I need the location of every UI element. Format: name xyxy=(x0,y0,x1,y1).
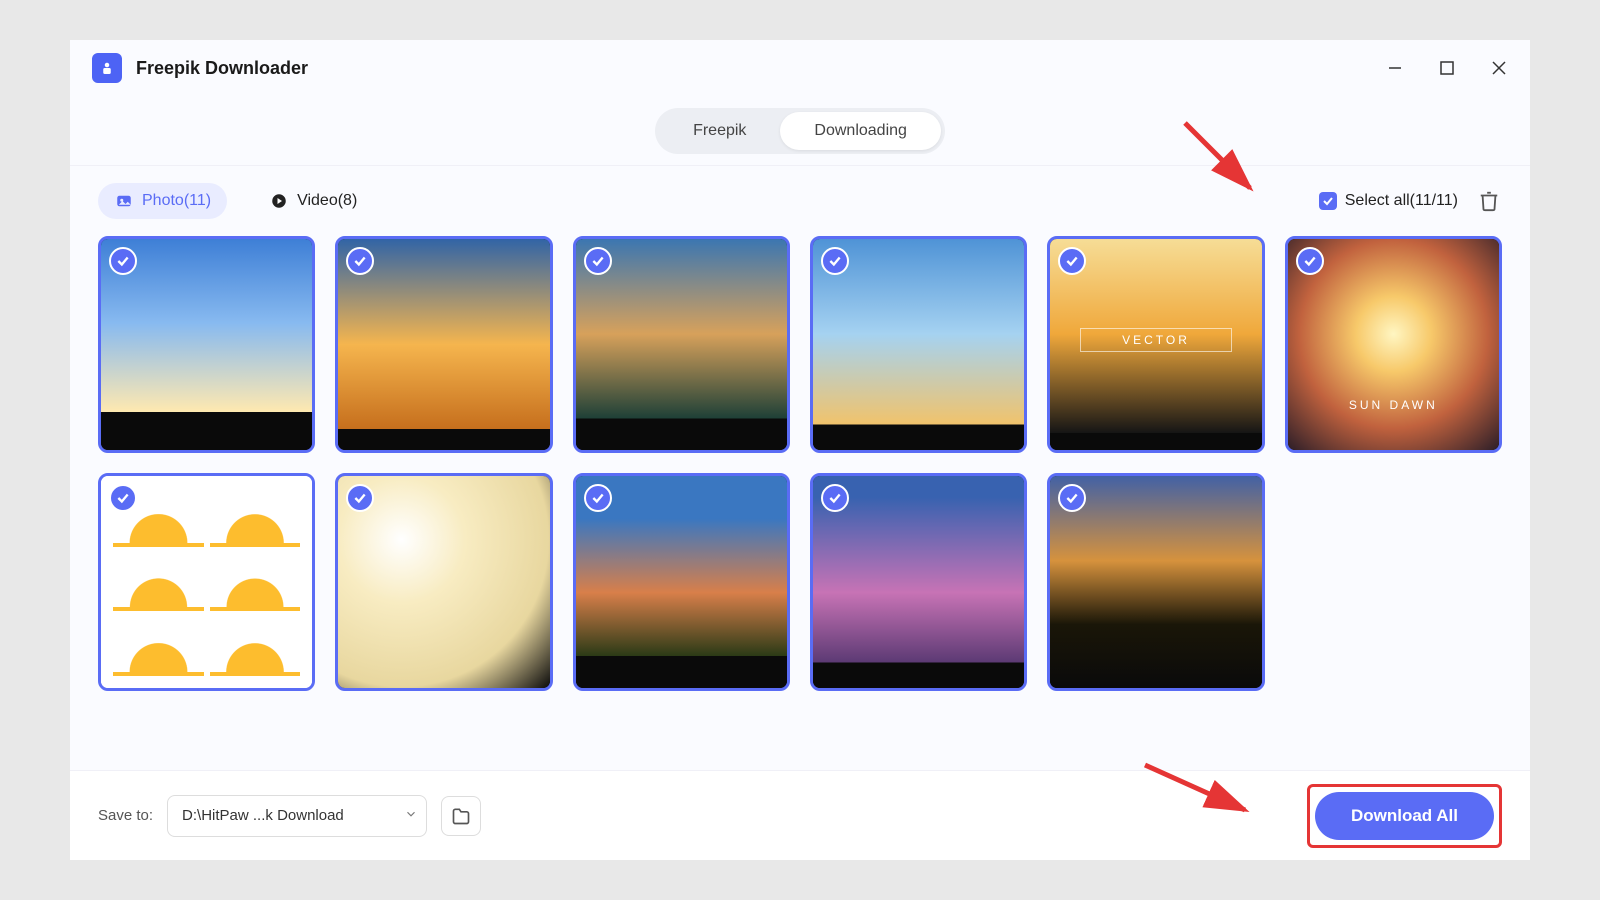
checkbox-icon xyxy=(1319,192,1337,210)
main-tab-switch: Freepik Downloading xyxy=(655,108,945,154)
trash-button[interactable] xyxy=(1476,188,1502,214)
thumbnail-item[interactable] xyxy=(573,236,790,453)
open-folder-button[interactable] xyxy=(441,796,481,836)
check-icon xyxy=(821,247,849,275)
footer: Save to: D:\HitPaw ...k Download Downloa… xyxy=(70,770,1530,860)
thumbnail-item[interactable] xyxy=(1047,473,1264,690)
photo-icon xyxy=(114,191,134,211)
maximize-button[interactable] xyxy=(1438,59,1456,77)
check-icon xyxy=(584,484,612,512)
filter-bar: Photo(11) Video(8) Select all(11/11) xyxy=(70,166,1530,236)
app-logo-icon xyxy=(92,53,122,83)
tab-freepik[interactable]: Freepik xyxy=(659,112,780,150)
thumbnail-item[interactable] xyxy=(98,236,315,453)
app-title: Freepik Downloader xyxy=(136,58,308,79)
thumbnail-item[interactable] xyxy=(810,473,1027,690)
video-icon xyxy=(269,191,289,211)
titlebar: Freepik Downloader xyxy=(70,40,1530,96)
chevron-down-icon xyxy=(404,807,418,825)
top-nav: Freepik Downloading xyxy=(70,96,1530,166)
thumbnail-item[interactable] xyxy=(1047,236,1264,453)
close-button[interactable] xyxy=(1490,59,1508,77)
check-icon xyxy=(109,247,137,275)
thumbnail-item[interactable] xyxy=(335,236,552,453)
thumbnail-grid xyxy=(98,236,1502,691)
filter-photo-chip[interactable]: Photo(11) xyxy=(98,183,227,219)
thumbnail-item[interactable] xyxy=(98,473,315,690)
thumbnail-item[interactable] xyxy=(810,236,1027,453)
filter-video-chip[interactable]: Video(8) xyxy=(253,183,373,219)
download-all-button[interactable]: Download All xyxy=(1315,792,1494,840)
filter-photo-label: Photo(11) xyxy=(142,192,211,210)
check-icon xyxy=(1296,247,1324,275)
minimize-button[interactable] xyxy=(1386,59,1404,77)
thumbnail-item[interactable] xyxy=(1285,236,1502,453)
tab-downloading[interactable]: Downloading xyxy=(780,112,941,150)
annotation-highlight: Download All xyxy=(1307,784,1502,848)
select-all-label: Select all(11/11) xyxy=(1345,192,1458,210)
check-icon xyxy=(584,247,612,275)
thumbnail-item[interactable] xyxy=(335,473,552,690)
save-path-value: D:\HitPaw ...k Download xyxy=(182,807,344,824)
thumbnail-item[interactable] xyxy=(573,473,790,690)
save-to-label: Save to: xyxy=(98,807,153,824)
select-all-toggle[interactable]: Select all(11/11) xyxy=(1319,192,1458,210)
save-path-dropdown[interactable]: D:\HitPaw ...k Download xyxy=(167,795,427,837)
filter-video-label: Video(8) xyxy=(297,192,357,210)
